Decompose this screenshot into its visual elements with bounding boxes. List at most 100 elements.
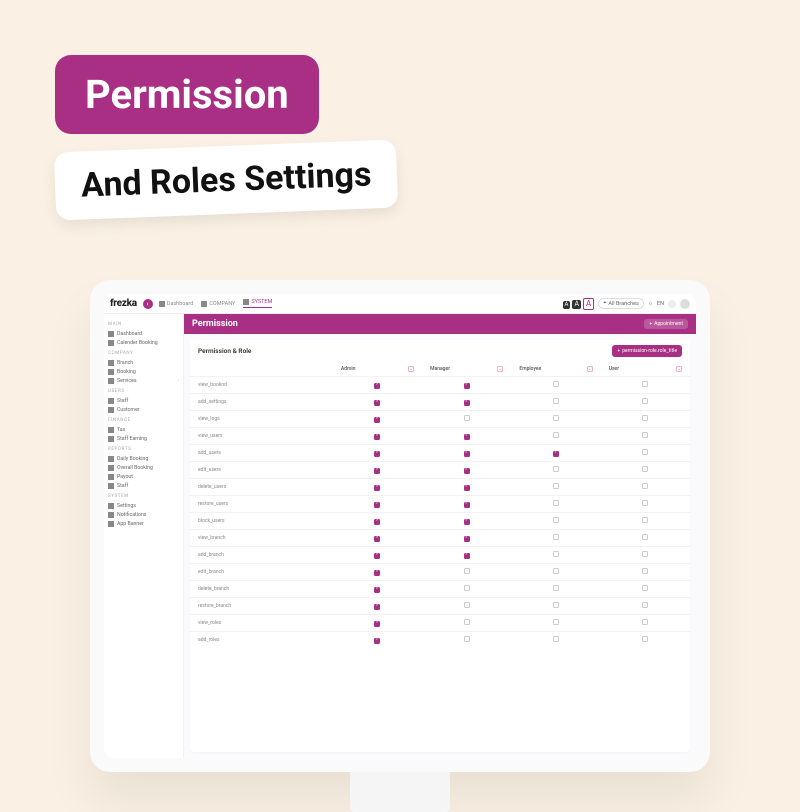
checkbox[interactable]: ✓ [374,383,380,389]
checkbox[interactable] [464,568,470,574]
checkbox[interactable]: ✓ [464,553,470,559]
checkbox[interactable] [642,517,648,523]
checkbox[interactable] [642,602,648,608]
checkbox[interactable] [642,466,648,472]
topnav-item-dashboard[interactable]: Dashboard [159,299,194,308]
checkbox[interactable]: ✓ [374,417,380,423]
sidebar-item-overall-booking[interactable]: Overall Booking [108,463,179,472]
checkbox[interactable]: ✓ [464,468,470,474]
checkbox[interactable] [464,619,470,625]
checkbox[interactable] [642,534,648,540]
sidebar-item-tax[interactable]: Tax [108,425,179,434]
sidebar-item-staff[interactable]: Staff [108,396,179,405]
checkbox[interactable]: ✓ [464,502,470,508]
checkbox[interactable]: ✓ [464,536,470,542]
checkbox[interactable] [553,551,559,557]
checkbox[interactable] [553,568,559,574]
checkbox[interactable] [464,602,470,608]
checkbox[interactable]: ✓ [464,519,470,525]
checkbox[interactable]: ✓ [374,638,380,644]
sidebar-item-services[interactable]: Services› [108,376,179,385]
checkbox[interactable] [642,500,648,506]
checkbox[interactable]: ✓ [374,485,380,491]
font-size-small[interactable]: A [563,301,571,309]
theme-toggle-icon[interactable]: ☼ [648,301,653,307]
sidebar-item-dashboard[interactable]: Dashboard [108,329,179,338]
checkbox[interactable] [642,398,648,404]
topnav-item-system[interactable]: SYSTEM [243,299,272,308]
checkbox[interactable] [553,398,559,404]
appointment-button[interactable]: + Appointment [644,319,688,329]
checkbox[interactable]: ✓ [464,383,470,389]
checkbox[interactable]: ✓ [374,519,380,525]
checkbox[interactable] [553,500,559,506]
sidebar-item-booking[interactable]: Booking [108,367,179,376]
sidebar-item-staff[interactable]: Staff [108,481,179,490]
delete-role-button[interactable]: − [408,366,414,372]
checkbox[interactable] [553,483,559,489]
checkbox[interactable] [553,602,559,608]
font-size-medium[interactable]: A [572,300,581,309]
checkbox[interactable] [553,619,559,625]
checkbox[interactable]: ✓ [464,451,470,457]
checkbox[interactable] [464,636,470,642]
checkbox[interactable]: ✓ [464,434,470,440]
checkbox[interactable] [642,432,648,438]
checkbox[interactable]: ✓ [374,536,380,542]
sidebar-item-calender-booking[interactable]: Calender Booking [108,338,179,347]
language-switch[interactable]: EN [657,301,664,307]
checkbox[interactable]: ✓ [374,553,380,559]
avatar[interactable] [680,299,690,309]
sidebar-item-staff-earning[interactable]: Staff Earning [108,434,179,443]
sidebar-item-notifications[interactable]: Notifications [108,510,179,519]
checkbox[interactable]: ✓ [464,485,470,491]
checkbox[interactable] [642,551,648,557]
checkbox[interactable]: ✓ [374,400,380,406]
checkbox[interactable] [642,636,648,642]
checkbox[interactable]: ✓ [374,570,380,576]
checkbox[interactable] [642,619,648,625]
checkbox[interactable] [553,381,559,387]
checkbox[interactable]: ✓ [374,468,380,474]
checkbox[interactable] [464,585,470,591]
sidebar-item-payout[interactable]: Payout [108,472,179,481]
sidebar-item-daily-booking[interactable]: Daily Booking [108,454,179,463]
checkbox[interactable] [642,449,648,455]
sidebar-item-settings[interactable]: Settings [108,501,179,510]
checkbox[interactable] [464,415,470,421]
checkbox[interactable]: ✓ [374,502,380,508]
checkbox[interactable] [642,415,648,421]
checkbox[interactable] [553,534,559,540]
checkbox[interactable] [642,483,648,489]
delete-role-button[interactable]: − [676,366,682,372]
sidebar-item-customer[interactable]: Customer [108,405,179,414]
checkbox[interactable]: ✓ [374,587,380,593]
font-size-switch[interactable]: A A A [563,298,595,310]
delete-role-button[interactable]: − [497,366,503,372]
checkbox[interactable] [642,585,648,591]
delete-role-button[interactable]: − [587,366,593,372]
checkbox[interactable]: ✓ [374,434,380,440]
checkbox[interactable]: ✓ [553,451,559,457]
notification-icon[interactable] [668,300,676,308]
topnav-item-company[interactable]: COMPANY [201,299,235,308]
branch-selector[interactable]: ⌖ All Branches [598,298,644,309]
checkbox[interactable]: ✓ [374,621,380,627]
checkbox[interactable] [553,585,559,591]
add-role-button[interactable]: + permission-role.role_title [612,345,682,357]
sidebar-toggle-button[interactable]: ‹ [143,299,153,309]
checkbox[interactable] [642,568,648,574]
checkbox[interactable] [553,432,559,438]
checkbox[interactable]: ✓ [374,604,380,610]
checkbox[interactable] [642,381,648,387]
checkbox[interactable] [553,517,559,523]
checkbox[interactable] [553,636,559,642]
checkbox[interactable] [553,415,559,421]
sidebar-item-branch[interactable]: Branch [108,358,179,367]
checkbox[interactable]: ✓ [374,451,380,457]
checkbox[interactable]: ✓ [464,400,470,406]
checkbox[interactable] [553,466,559,472]
sidebar-item-app-banner[interactable]: App Banner [108,519,179,528]
font-size-large[interactable]: A [583,298,594,310]
role-name: User [609,366,619,372]
